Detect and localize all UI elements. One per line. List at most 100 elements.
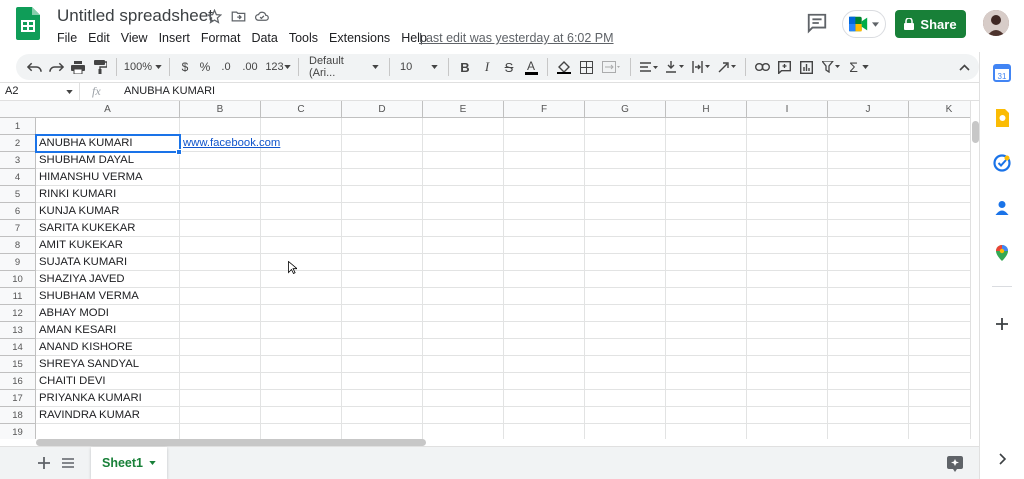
keep-icon[interactable] xyxy=(993,109,1011,127)
percent-format-button[interactable]: % xyxy=(196,56,214,78)
filter-icon[interactable] xyxy=(818,56,844,78)
horizontal-scroll-thumb[interactable] xyxy=(36,439,426,446)
collapse-menus-icon[interactable] xyxy=(955,56,973,78)
menu-extensions[interactable]: Extensions xyxy=(329,31,390,45)
row-header[interactable]: 14 xyxy=(0,339,36,356)
functions-button[interactable]: Σ xyxy=(846,56,872,78)
cloud-status-icon[interactable] xyxy=(254,8,270,24)
menu-data[interactable]: Data xyxy=(251,31,277,45)
font-select[interactable]: Default (Ari... xyxy=(305,55,383,79)
row-header[interactable]: 5 xyxy=(0,186,36,203)
menu-view[interactable]: View xyxy=(121,31,148,45)
cell-a12[interactable]: ABHAY MODI xyxy=(36,305,109,322)
menu-format[interactable]: Format xyxy=(201,31,241,45)
tasks-icon[interactable] xyxy=(993,154,1011,172)
row-header[interactable]: 4 xyxy=(0,169,36,186)
add-sheet-icon[interactable] xyxy=(38,457,50,469)
horizontal-scrollbar[interactable] xyxy=(36,439,970,446)
cell-a15[interactable]: SHREYA SANDYAL xyxy=(36,356,139,373)
column-header-g[interactable]: G xyxy=(585,101,666,118)
fill-handle[interactable] xyxy=(176,149,182,155)
menu-tools[interactable]: Tools xyxy=(289,31,318,45)
column-header-f[interactable]: F xyxy=(504,101,585,118)
redo-icon[interactable] xyxy=(46,56,66,78)
meet-button[interactable] xyxy=(842,10,886,38)
cell-a4[interactable]: HIMANSHU VERMA xyxy=(36,169,143,186)
cell-a17[interactable]: PRIYANKA KUMARI xyxy=(36,390,142,407)
strikethrough-button[interactable]: S xyxy=(499,56,519,78)
row-header[interactable]: 8 xyxy=(0,237,36,254)
maps-icon[interactable] xyxy=(993,244,1011,262)
more-formats-button[interactable]: 123 xyxy=(264,56,292,78)
cell-a10[interactable]: SHAZIYA JAVED xyxy=(36,271,125,288)
merge-cells-icon[interactable] xyxy=(598,56,624,78)
cell-a5[interactable]: RINKI KUMARI xyxy=(36,186,116,203)
avatar[interactable] xyxy=(983,10,1009,36)
row-header[interactable]: 9 xyxy=(0,254,36,271)
row-header[interactable]: 10 xyxy=(0,271,36,288)
bold-button[interactable]: B xyxy=(455,56,475,78)
move-folder-icon[interactable] xyxy=(230,8,246,24)
column-header-j[interactable]: J xyxy=(828,101,909,118)
text-color-button[interactable]: A xyxy=(521,56,541,78)
increase-decimal-button[interactable]: .00 xyxy=(238,56,262,78)
comment-history-icon[interactable] xyxy=(806,12,828,34)
font-size-select[interactable]: 10 xyxy=(396,56,442,78)
calendar-icon[interactable]: 31 xyxy=(993,64,1011,82)
cell-a7[interactable]: SARITA KUKEKAR xyxy=(36,220,135,237)
row-header[interactable]: 18 xyxy=(0,407,36,424)
formula-input[interactable]: ANUBHA KUMARI xyxy=(124,83,215,100)
last-edit-link[interactable]: Last edit was yesterday at 6:02 PM xyxy=(419,31,614,45)
cell-a13[interactable]: AMAN KESARI xyxy=(36,322,116,339)
paint-format-icon[interactable] xyxy=(90,56,110,78)
row-header[interactable]: 19 xyxy=(0,424,36,439)
cell-a14[interactable]: ANAND KISHORE xyxy=(36,339,133,356)
share-button[interactable]: Share xyxy=(895,10,966,38)
undo-icon[interactable] xyxy=(24,56,44,78)
sheet-tab-sheet1[interactable]: Sheet1 xyxy=(91,447,167,479)
column-header-b[interactable]: B xyxy=(180,101,261,118)
column-header-h[interactable]: H xyxy=(666,101,747,118)
row-header[interactable]: 2 xyxy=(0,135,36,152)
cell-a16[interactable]: CHAITI DEVI xyxy=(36,373,106,390)
row-header[interactable]: 7 xyxy=(0,220,36,237)
expand-side-panel-icon[interactable] xyxy=(993,450,1011,468)
star-icon[interactable] xyxy=(206,8,222,24)
row-header[interactable]: 12 xyxy=(0,305,36,322)
horizontal-align-icon[interactable] xyxy=(637,56,661,78)
all-sheets-icon[interactable] xyxy=(62,458,74,468)
cell-a8[interactable]: AMIT KUKEKAR xyxy=(36,237,123,254)
insert-link-icon[interactable] xyxy=(752,56,772,78)
doc-title[interactable]: Untitled spreadsheet xyxy=(57,6,213,26)
row-header[interactable]: 6 xyxy=(0,203,36,220)
text-wrapping-icon[interactable] xyxy=(689,56,713,78)
cell-a3[interactable]: SHUBHAM DAYAL xyxy=(36,152,134,169)
text-rotation-icon[interactable] xyxy=(715,56,739,78)
select-all-corner[interactable] xyxy=(0,101,37,118)
spreadsheet-grid[interactable]: A B C D E F G H I J K 1 2 3 4 5 6 7 8 9 … xyxy=(0,101,970,439)
vertical-scrollbar[interactable] xyxy=(970,101,979,439)
contacts-icon[interactable] xyxy=(993,199,1011,217)
cell-a18[interactable]: RAVINDRA KUMAR xyxy=(36,407,140,424)
cell-b2-link[interactable]: www.facebook.com xyxy=(180,135,280,152)
menu-file[interactable]: File xyxy=(57,31,77,45)
explore-icon[interactable] xyxy=(947,456,963,472)
vertical-align-icon[interactable] xyxy=(663,56,687,78)
menu-edit[interactable]: Edit xyxy=(88,31,110,45)
vertical-scroll-thumb[interactable] xyxy=(972,121,979,143)
fill-color-icon[interactable] xyxy=(554,56,574,78)
add-addon-icon[interactable] xyxy=(993,315,1011,333)
chevron-down-icon[interactable] xyxy=(149,461,156,465)
insert-comment-icon[interactable] xyxy=(774,56,794,78)
print-icon[interactable] xyxy=(68,56,88,78)
row-header[interactable]: 17 xyxy=(0,390,36,407)
row-header[interactable]: 15 xyxy=(0,356,36,373)
column-header-a[interactable]: A xyxy=(36,101,180,118)
column-header-e[interactable]: E xyxy=(423,101,504,118)
currency-format-button[interactable]: $ xyxy=(176,56,194,78)
row-header[interactable]: 3 xyxy=(0,152,36,169)
insert-chart-icon[interactable] xyxy=(796,56,816,78)
row-header[interactable]: 13 xyxy=(0,322,36,339)
column-header-i[interactable]: I xyxy=(747,101,828,118)
row-header[interactable]: 16 xyxy=(0,373,36,390)
